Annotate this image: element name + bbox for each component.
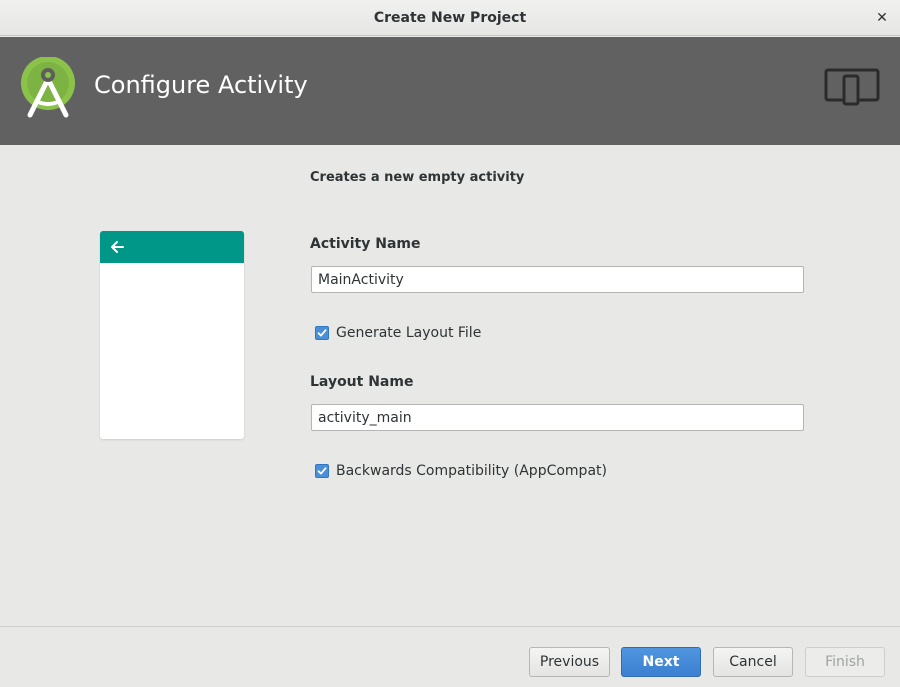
wizard-footer: Previous Next Cancel Finish [0, 626, 900, 687]
window-title: Create New Project [373, 9, 527, 26]
layout-name-label: Layout Name [310, 374, 414, 390]
backwards-compat-checkbox[interactable] [315, 464, 329, 478]
checkmark-icon [317, 329, 327, 337]
generate-layout-checkbox[interactable] [315, 326, 329, 340]
previous-button[interactable]: Previous [529, 647, 610, 677]
layout-name-input[interactable] [311, 404, 804, 431]
checkmark-icon [317, 467, 327, 475]
activity-name-input[interactable] [311, 266, 804, 293]
window-titlebar: Create New Project ✕ [0, 0, 900, 36]
finish-button[interactable]: Finish [805, 647, 885, 677]
generate-layout-checkbox-row[interactable]: Generate Layout File [315, 325, 481, 341]
activity-preview [100, 231, 244, 439]
phone-tablet-icon [824, 68, 880, 106]
wizard-header: Configure Activity [0, 37, 900, 145]
backwards-compat-checkbox-row[interactable]: Backwards Compatibility (AppCompat) [315, 463, 607, 479]
page-title: Configure Activity [94, 71, 308, 99]
cancel-button[interactable]: Cancel [713, 647, 793, 677]
next-button[interactable]: Next [621, 647, 701, 677]
activity-description: Creates a new empty activity [310, 170, 525, 185]
preview-appbar [100, 231, 244, 263]
arrow-left-icon [111, 241, 124, 253]
backwards-compat-label: Backwards Compatibility (AppCompat) [336, 463, 607, 479]
android-studio-logo-icon [21, 57, 75, 118]
generate-layout-label: Generate Layout File [336, 325, 482, 341]
wizard-content: Creates a new empty activity Activity Na… [0, 145, 900, 626]
activity-name-label: Activity Name [310, 236, 421, 252]
close-icon[interactable]: ✕ [872, 8, 892, 28]
